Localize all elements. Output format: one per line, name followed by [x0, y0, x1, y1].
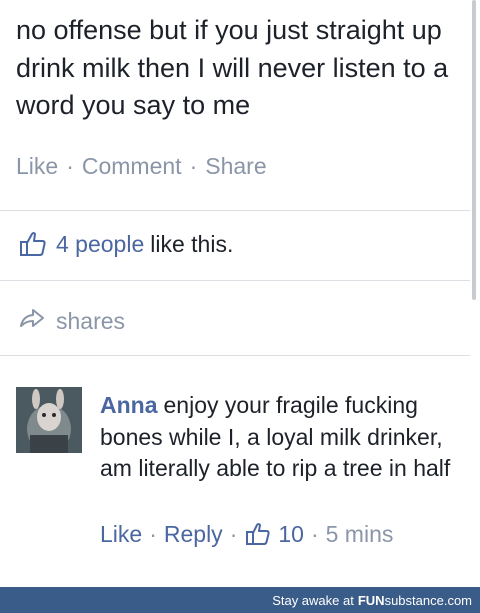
- post-comment-button[interactable]: Comment: [82, 153, 182, 180]
- watermark-text: Stay awake at: [272, 592, 354, 608]
- comment-reply-button[interactable]: Reply: [164, 521, 223, 548]
- thumbs-up-icon: [18, 229, 48, 259]
- scrollbar-thumb[interactable]: [472, 0, 476, 300]
- watermark-brand-bold: FUN: [357, 592, 385, 608]
- watermark-domain: .com: [443, 592, 472, 608]
- likes-summary: 4 people like this.: [18, 229, 233, 259]
- comment-like-button[interactable]: Like: [100, 521, 142, 548]
- comment-like-count[interactable]: 10: [278, 521, 304, 548]
- likes-suffix: like this.: [150, 230, 234, 257]
- comment-timestamp[interactable]: 5 mins: [326, 521, 394, 548]
- separator-dot: ·: [66, 153, 74, 179]
- post-share-button[interactable]: Share: [205, 153, 266, 180]
- shares-summary[interactable]: shares: [18, 302, 125, 335]
- watermark-bar: Stay awake at FUN substance .com: [0, 587, 480, 613]
- post-like-button[interactable]: Like: [16, 153, 58, 180]
- likes-people-link[interactable]: 4 people: [56, 231, 144, 258]
- divider: [0, 280, 470, 281]
- comment-actions: Like · Reply · 10 · 5 mins: [100, 520, 393, 548]
- comment-author-link[interactable]: Anna: [100, 392, 158, 418]
- shares-label: shares: [56, 308, 126, 334]
- separator-dot: ·: [189, 153, 198, 179]
- share-arrow-icon: [18, 305, 46, 333]
- post-text: no offense but if you just straight up d…: [16, 15, 449, 120]
- separator-dot: ·: [229, 520, 238, 547]
- watermark-brand-rest: substance: [384, 592, 444, 608]
- divider: [0, 210, 470, 211]
- avatar[interactable]: [16, 387, 82, 453]
- comment-body: Anna enjoy your fragile fucking bones whi…: [100, 390, 460, 485]
- post-actions: Like · Comment · Share: [16, 153, 267, 180]
- separator-dot: ·: [310, 520, 319, 547]
- divider: [0, 355, 470, 356]
- thumbs-up-icon[interactable]: [244, 520, 272, 548]
- separator-dot: ·: [149, 520, 157, 547]
